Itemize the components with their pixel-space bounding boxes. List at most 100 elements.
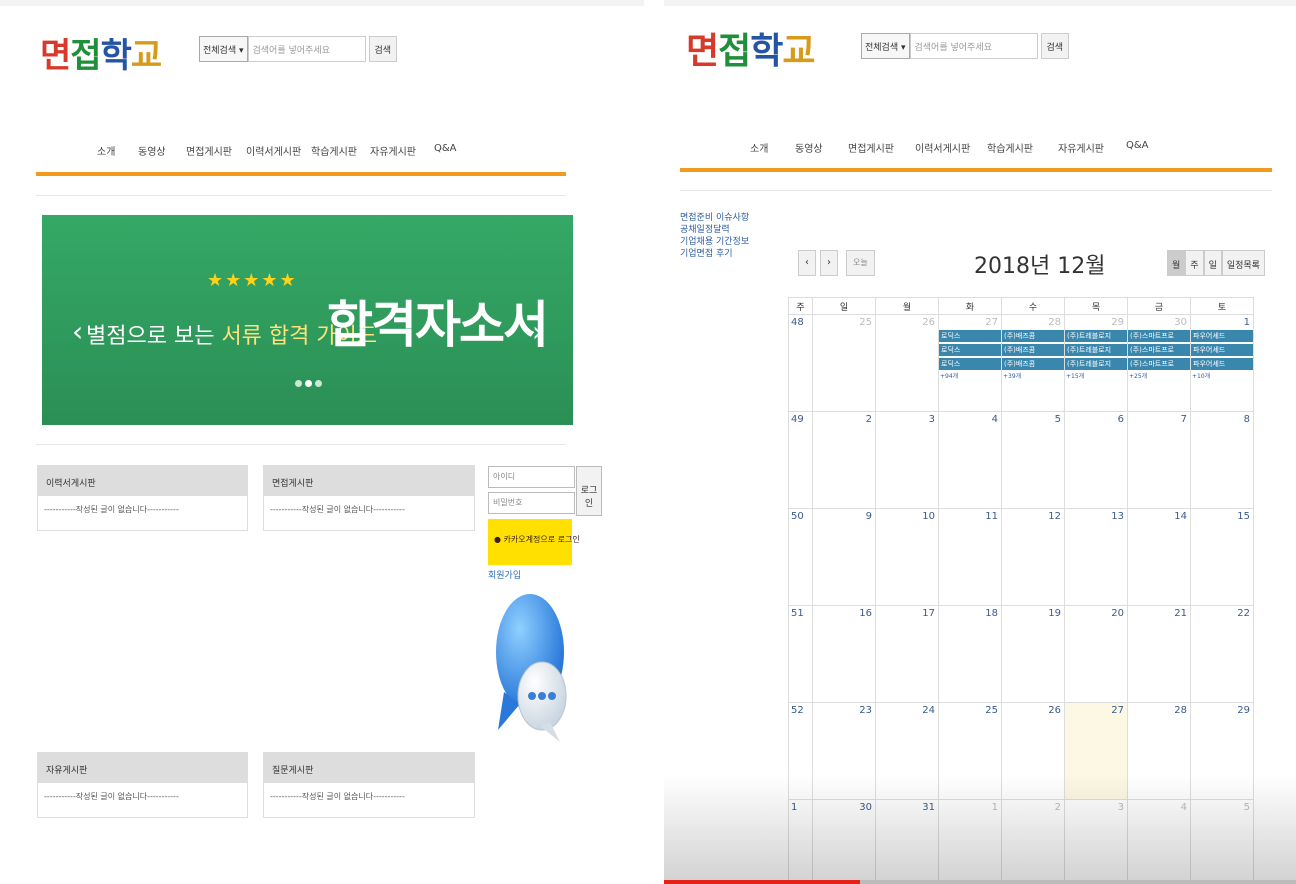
side-link[interactable]: 기업면접 후기 — [680, 248, 749, 260]
nav-item-video[interactable]: 동영상 — [795, 140, 848, 155]
search-input[interactable]: 검색어를 넣어주세요 — [909, 33, 1038, 59]
day-number[interactable]: 12 — [1005, 511, 1061, 522]
day-number[interactable]: 19 — [1005, 608, 1061, 619]
calendar-day-cell[interactable]: 12 — [1001, 508, 1065, 606]
site-logo[interactable]: 면접학교 — [40, 28, 162, 77]
calendar-event[interactable]: (주)스마트프로 — [1128, 330, 1190, 342]
nav-item-qna[interactable]: Q&A — [434, 143, 464, 158]
calendar-event[interactable]: 파우어셰드 — [1191, 344, 1253, 356]
carousel-dot[interactable] — [315, 380, 322, 387]
login-button[interactable]: 로그인 — [576, 466, 602, 516]
more-events-link[interactable]: +94개 — [940, 371, 998, 380]
day-number[interactable]: 13 — [1068, 511, 1124, 522]
search-button[interactable]: 검색 — [1040, 33, 1070, 59]
id-input[interactable]: 아이디 — [488, 466, 575, 488]
calendar-day-cell[interactable]: 4 — [938, 411, 1002, 509]
day-number[interactable]: 21 — [1131, 608, 1187, 619]
board-title[interactable]: 질문게시판 — [264, 753, 474, 783]
day-number[interactable]: 15 — [1194, 511, 1250, 522]
view-day-button[interactable]: 일 — [1203, 250, 1222, 276]
calendar-event[interactable]: 파우어셰드 — [1191, 330, 1253, 342]
nav-item-qna[interactable]: Q&A — [1126, 140, 1156, 155]
calendar-day-cell[interactable]: 20 — [1064, 605, 1128, 703]
calendar-day-cell[interactable]: 5 — [1001, 411, 1065, 509]
day-number[interactable]: 8 — [1194, 414, 1250, 425]
nav-item-video[interactable]: 동영상 — [138, 143, 186, 158]
day-number[interactable]: 20 — [1068, 608, 1124, 619]
calendar-day-cell[interactable]: 29 (주)트레블로지 (주)트레블로지 (주)트레블로지 +15개 — [1064, 314, 1128, 412]
search-input[interactable]: 검색어를 넣어주세요 — [247, 36, 366, 62]
day-number[interactable]: 5 — [1005, 414, 1061, 425]
more-events-link[interactable]: +10개 — [1192, 371, 1250, 380]
nav-item-free-board[interactable]: 자유게시판 — [370, 143, 434, 158]
day-number[interactable]: 29 — [1194, 705, 1250, 716]
calendar-event[interactable]: (주)트레블로지 — [1065, 330, 1127, 342]
calendar-event[interactable]: (주)배즈콤 — [1002, 344, 1064, 356]
day-number[interactable]: 9 — [816, 511, 872, 522]
search-scope-select[interactable]: 전체검색 ▾ — [199, 36, 248, 62]
nav-item-interview-board[interactable]: 면접게시판 — [848, 140, 915, 155]
day-number[interactable]: 22 — [1194, 608, 1250, 619]
more-events-link[interactable]: +15개 — [1066, 371, 1124, 380]
calendar-day-cell[interactable]: 10 — [875, 508, 939, 606]
calendar-event[interactable]: 로딕스 — [939, 330, 1001, 342]
more-events-link[interactable]: +25개 — [1129, 371, 1187, 380]
calendar-day-cell[interactable]: 14 — [1127, 508, 1191, 606]
calendar-day-cell[interactable]: 26 — [875, 314, 939, 412]
day-number[interactable]: 4 — [942, 414, 998, 425]
day-number[interactable]: 25 — [816, 317, 872, 328]
day-number[interactable]: 28 — [1005, 317, 1061, 328]
day-number[interactable]: 1 — [1194, 317, 1250, 328]
view-month-button[interactable]: 월 — [1167, 250, 1186, 276]
day-number[interactable]: 3 — [879, 414, 935, 425]
day-number[interactable]: 17 — [879, 608, 935, 619]
calendar-event[interactable]: (주)트레블로지 — [1065, 344, 1127, 356]
calendar-day-cell[interactable]: 30 (주)스마트프로 (주)스마트프로 (주)스마트프로 +25개 — [1127, 314, 1191, 412]
view-week-button[interactable]: 주 — [1185, 250, 1204, 276]
nav-item-interview-board[interactable]: 면접게시판 — [186, 143, 246, 158]
calendar-day-cell[interactable]: 11 — [938, 508, 1002, 606]
calendar-event[interactable]: (주)배즈콤 — [1002, 330, 1064, 342]
day-number[interactable]: 30 — [1131, 317, 1187, 328]
calendar-event[interactable]: (주)배즈콤 — [1002, 358, 1064, 370]
calendar-event[interactable]: 로딕스 — [939, 344, 1001, 356]
calendar-day-cell[interactable]: 7 — [1127, 411, 1191, 509]
chevron-left-icon[interactable]: ‹ — [72, 315, 83, 348]
nav-item-intro[interactable]: 소개 — [97, 143, 138, 158]
nav-item-resume-board[interactable]: 이력서게시판 — [915, 140, 987, 155]
carousel-dot-active[interactable] — [305, 380, 312, 387]
carousel-dot[interactable] — [295, 380, 302, 387]
calendar-day-cell[interactable]: 15 — [1190, 508, 1254, 606]
prev-month-button[interactable]: ‹ — [798, 250, 816, 276]
calendar-day-cell[interactable]: 6 — [1064, 411, 1128, 509]
nav-item-study-board[interactable]: 학습게시판 — [311, 143, 370, 158]
day-number[interactable]: 10 — [879, 511, 935, 522]
calendar-day-cell[interactable]: 16 — [812, 605, 876, 703]
nav-item-free-board[interactable]: 자유게시판 — [1058, 140, 1126, 155]
password-input[interactable]: 비밀번호 — [488, 492, 575, 514]
nav-item-resume-board[interactable]: 이력서게시판 — [246, 143, 311, 158]
day-number[interactable]: 24 — [879, 705, 935, 716]
day-number[interactable]: 26 — [1005, 705, 1061, 716]
calendar-day-cell[interactable]: 3 — [875, 411, 939, 509]
search-scope-select[interactable]: 전체검색 ▾ — [861, 33, 910, 59]
nav-item-intro[interactable]: 소개 — [750, 140, 795, 155]
calendar-day-cell[interactable]: 19 — [1001, 605, 1065, 703]
calendar-event[interactable]: (주)스마트프로 — [1128, 344, 1190, 356]
signup-link[interactable]: 회원가입 — [488, 568, 521, 581]
side-link[interactable]: 기업채용 기간정보 — [680, 236, 749, 248]
side-link[interactable]: 공채일정달력 — [680, 224, 749, 236]
calendar-event[interactable]: 로딕스 — [939, 358, 1001, 370]
view-list-button[interactable]: 일정목록 — [1221, 250, 1265, 276]
calendar-day-cell[interactable]: 25 — [812, 314, 876, 412]
video-progress-bar[interactable] — [664, 880, 1296, 884]
day-number[interactable]: 7 — [1131, 414, 1187, 425]
next-month-button[interactable]: › — [820, 250, 838, 276]
day-number[interactable]: 27 — [942, 317, 998, 328]
day-number[interactable]: 11 — [942, 511, 998, 522]
calendar-day-cell[interactable]: 8 — [1190, 411, 1254, 509]
day-number[interactable]: 26 — [879, 317, 935, 328]
calendar-day-cell[interactable]: 2 — [812, 411, 876, 509]
day-number[interactable]: 27 — [1068, 705, 1124, 716]
calendar-day-cell[interactable]: 9 — [812, 508, 876, 606]
